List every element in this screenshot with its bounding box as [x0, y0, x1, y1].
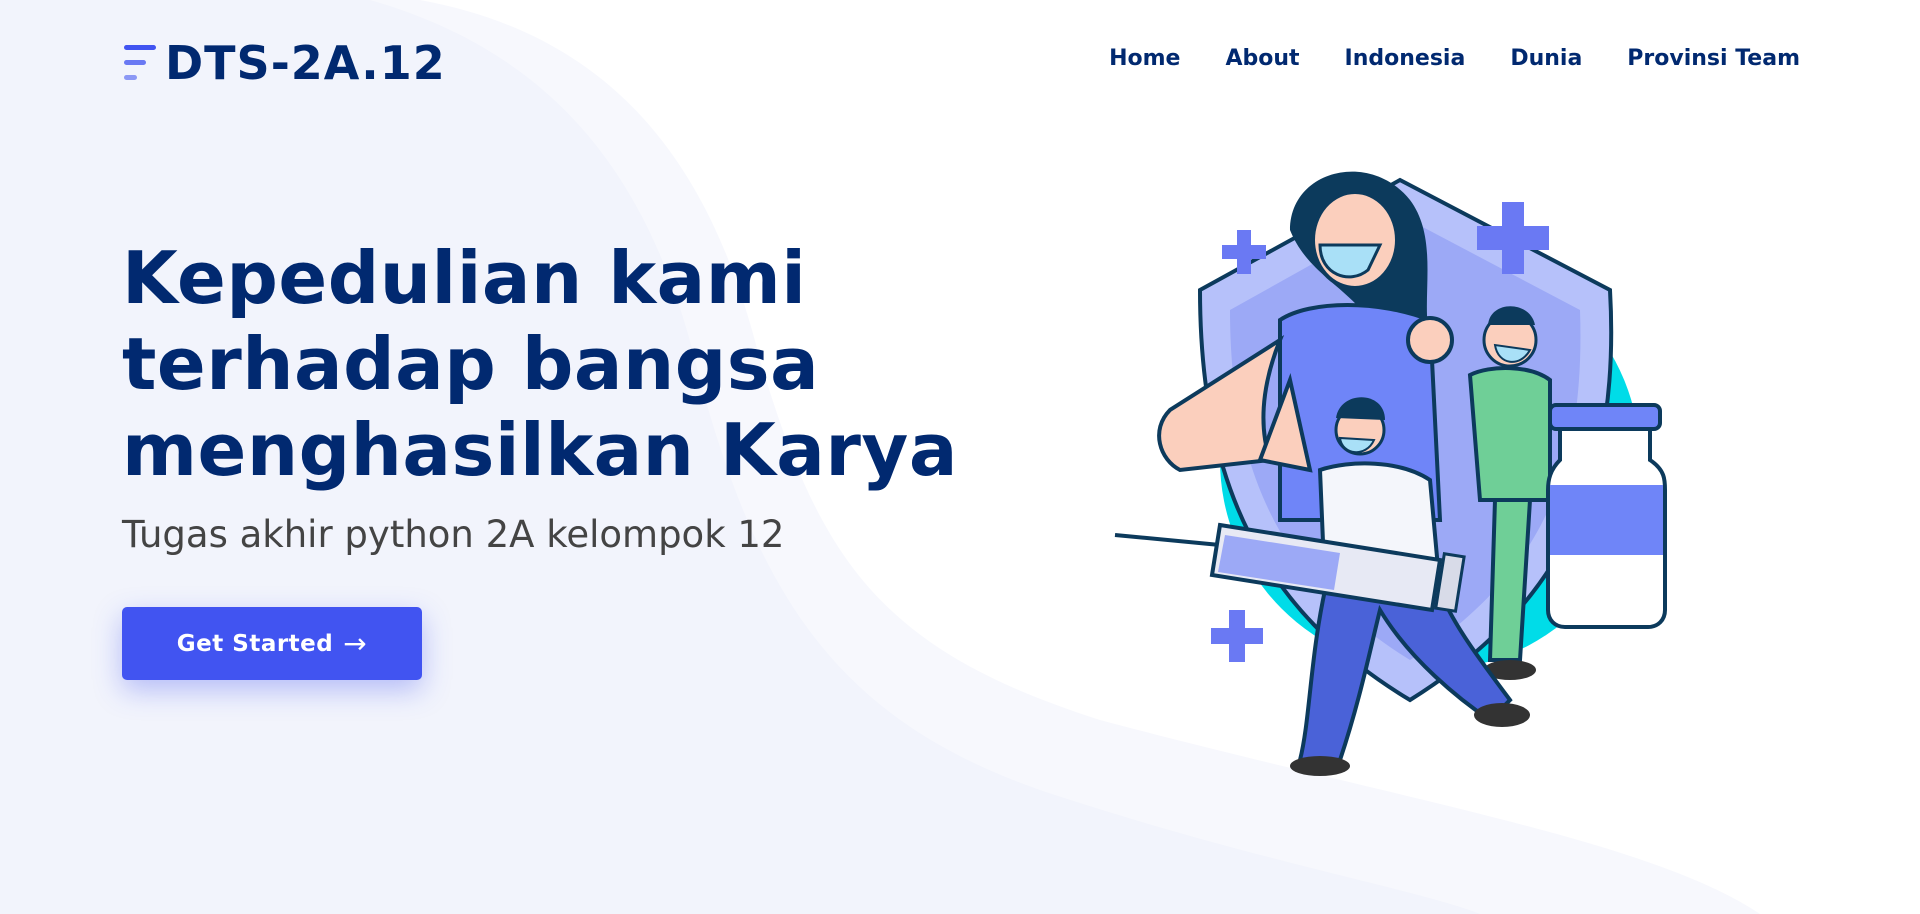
hero-subtitle: Tugas akhir python 2A kelompok 12	[122, 513, 785, 556]
hero-title-line: menghasilkan Karya	[122, 408, 958, 492]
get-started-label: Get Started	[176, 630, 334, 657]
hero-section: Kepedulian kami terhadap bangsa menghasi…	[122, 235, 958, 680]
nav-about[interactable]: About	[1225, 46, 1299, 71]
brand-logo[interactable]: DTS-2A.12	[123, 36, 446, 90]
nav-provinsi-team[interactable]: Provinsi Team	[1627, 46, 1800, 71]
vaccination-illustration	[1114, 171, 1667, 776]
hero-title-line: Kepedulian kami	[122, 236, 807, 320]
arrow-right-icon: →	[343, 626, 368, 660]
get-started-button[interactable]: Get Started →	[122, 607, 422, 680]
nav-indonesia[interactable]: Indonesia	[1345, 46, 1466, 71]
brand-name: DTS-2A.12	[165, 36, 446, 90]
nav-dunia[interactable]: Dunia	[1510, 46, 1582, 71]
nav-home[interactable]: Home	[1109, 46, 1180, 71]
main-nav: Home About Indonesia Dunia Provinsi Team	[1109, 46, 1800, 71]
hero-title-line: terhadap bangsa	[122, 322, 820, 406]
hero-title: Kepedulian kami terhadap bangsa menghasi…	[122, 235, 958, 493]
menu-lines-icon	[123, 41, 157, 85]
site-header: DTS-2A.12 Home About Indonesia Dunia Pro…	[0, 0, 1920, 130]
